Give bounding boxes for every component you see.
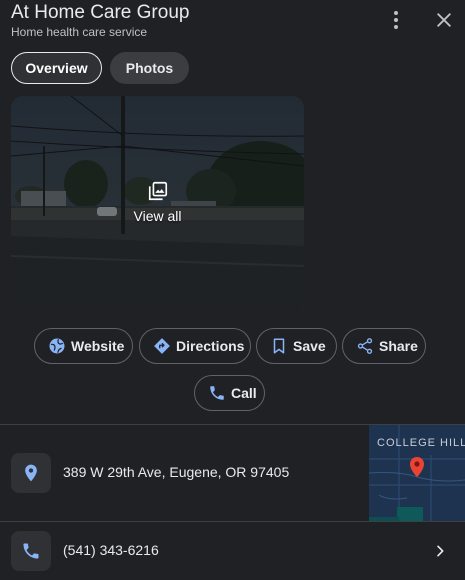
place-title: At Home Care Group — [11, 2, 190, 23]
phone-icon-box — [11, 531, 51, 571]
directions-icon — [154, 338, 170, 354]
call-label: Call — [231, 385, 257, 401]
share-icon — [357, 338, 373, 354]
phone-icon — [23, 543, 39, 559]
bookmark-icon — [273, 338, 285, 354]
call-button[interactable]: Call — [194, 375, 265, 411]
globe-icon — [49, 338, 65, 354]
phone-text: (541) 343-6216 — [63, 542, 159, 558]
directions-label: Directions — [176, 338, 245, 354]
save-button[interactable]: Save — [256, 328, 337, 364]
more-vert-icon — [394, 11, 398, 29]
phone-icon — [210, 386, 224, 400]
place-photo[interactable]: View all — [11, 96, 304, 316]
location-pin-icon — [25, 464, 37, 482]
share-label: Share — [379, 338, 418, 354]
address-text: 389 W 29th Ave, Eugene, OR 97405 — [63, 464, 290, 480]
directions-button[interactable]: Directions — [139, 328, 251, 364]
tab-photos[interactable]: Photos — [110, 52, 189, 84]
chevron-right-icon — [437, 545, 444, 557]
phone-row[interactable]: (541) 343-6216 — [0, 522, 465, 580]
map-thumbnail[interactable]: COLLEGE HILL — [369, 425, 465, 521]
share-button[interactable]: Share — [342, 328, 426, 364]
view-all-photos[interactable]: View all — [11, 180, 304, 224]
tab-overview[interactable]: Overview — [11, 52, 102, 84]
close-icon — [437, 13, 451, 27]
photo-library-icon — [148, 181, 167, 201]
phone-expand-button[interactable] — [430, 541, 450, 561]
view-all-label: View all — [133, 208, 182, 224]
more-options-button[interactable] — [384, 8, 408, 32]
close-button[interactable] — [432, 8, 456, 32]
address-icon-box — [11, 453, 51, 493]
map-area-label: COLLEGE HILL — [377, 437, 465, 449]
tab-bar: Overview Photos — [11, 52, 189, 84]
save-label: Save — [293, 338, 326, 354]
website-button[interactable]: Website — [34, 328, 133, 364]
website-label: Website — [71, 338, 125, 354]
place-header: At Home Care Group Home health care serv… — [0, 0, 465, 44]
place-category: Home health care service — [11, 25, 148, 39]
